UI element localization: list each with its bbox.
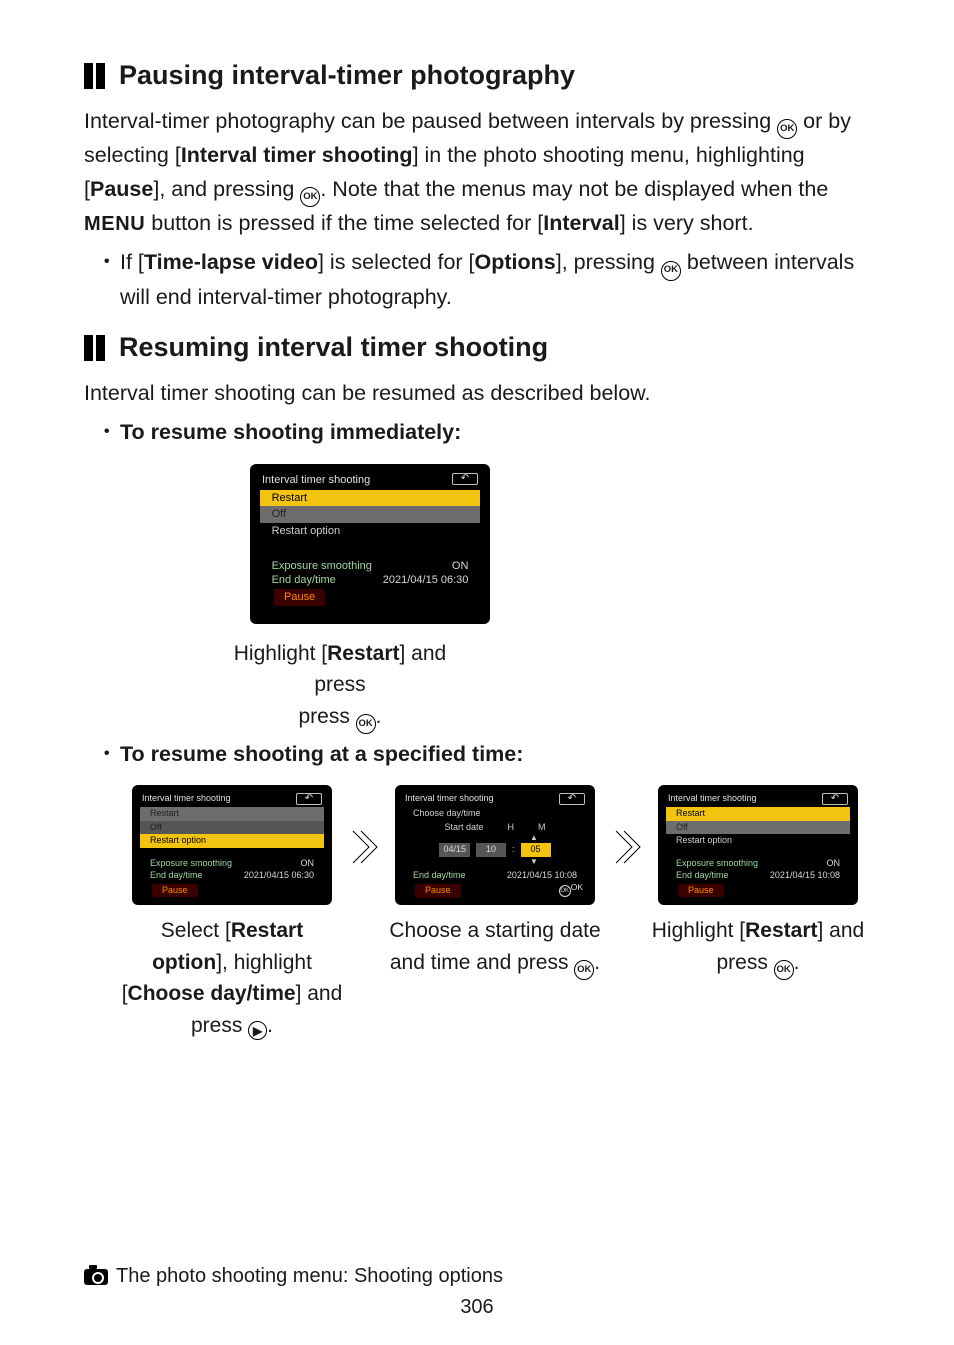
page-number: 306 xyxy=(84,1296,870,1319)
bullet-resume-immediate: To resume shooting immediately: Interval… xyxy=(106,416,870,733)
ok-icon: OK xyxy=(777,119,797,139)
ok-icon: OK xyxy=(774,960,794,980)
footer-text: The photo shooting menu: Shooting option… xyxy=(116,1265,503,1288)
para-pausing: Interval-timer photography can be paused… xyxy=(84,105,870,240)
back-icon: ↶ xyxy=(452,473,478,485)
section-heading-pausing: Pausing interval-timer photography xyxy=(84,60,870,91)
caption-col2: Choose a starting date and time and pres… xyxy=(383,915,607,980)
caption-restart-large: Highlight [Restart] and press press OK. xyxy=(220,638,460,734)
flow-arrow-icon xyxy=(612,785,642,867)
triangle-down-icon: ▼ xyxy=(530,858,538,866)
bullet-resume-specified: To resume shooting at a specified time: … xyxy=(106,738,870,1041)
ok-icon: OK xyxy=(574,960,594,980)
back-icon: ↶ xyxy=(822,793,848,805)
lcd-screen-restart-final: Interval timer shooting ↶ Restart Off Re… xyxy=(658,785,858,905)
caption-col3: Highlight [Restart] and press OK. xyxy=(646,915,870,980)
lcd-date-value: 04/15 xyxy=(439,843,470,857)
lcd-row-restart: Restart xyxy=(140,807,324,821)
ok-icon: OK xyxy=(356,714,376,734)
lcd-row-restart-option: Restart option xyxy=(260,523,481,539)
lcd-end-value: 2021/04/15 06:30 xyxy=(383,573,469,587)
back-icon: ↶ xyxy=(296,793,322,805)
bullet-time-lapse: If [Time-lapse video] is selected for [O… xyxy=(106,246,870,314)
lcd-pause-pill: Pause xyxy=(274,589,325,605)
lcd-row-restart-option: Restart option xyxy=(666,834,850,848)
triangle-up-icon: ▲ xyxy=(530,834,538,842)
section-heading-resuming: Resuming interval timer shooting xyxy=(84,332,870,363)
lcd-minute-value: 05 xyxy=(521,843,551,857)
chevron-right-icon: ▶ xyxy=(307,835,314,847)
page-footer: The photo shooting menu: Shooting option… xyxy=(84,1265,870,1319)
back-icon: ↶ xyxy=(559,793,585,805)
lcd-title: Interval timer shooting xyxy=(262,473,370,487)
lcd-exposure-smoothing: Exposure smoothing xyxy=(272,559,372,573)
heading-bars-icon xyxy=(84,63,105,89)
lcd-screen-choose-daytime: Interval timer shooting ↶ Choose day/tim… xyxy=(395,785,595,905)
heading-pausing-text: Pausing interval-timer photography xyxy=(119,60,575,91)
camera-icon xyxy=(84,1269,108,1285)
lcd-hour-value: 10 xyxy=(476,843,506,857)
ok-confirm: OKOK xyxy=(559,882,583,897)
lcd-end-day-time: End day/time xyxy=(272,573,336,587)
lcd-screen-restart-large: Interval timer shooting ↶ Restart Off Re… xyxy=(250,464,490,624)
lcd-choose-daytime: Choose day/time xyxy=(403,807,587,821)
lcd-row-restart-option: Restart option ▶ xyxy=(140,834,324,848)
lcd-on-value: ON xyxy=(452,559,469,573)
lcd-row-off: Off xyxy=(140,821,324,835)
lcd-screen-restart-option: Interval timer shooting ↶ Restart Off Re… xyxy=(132,785,332,905)
ok-icon: OK xyxy=(300,187,320,207)
caption-col1: Select [Restart option], highlight [Choo… xyxy=(120,915,344,1041)
lcd-row-restart: Restart xyxy=(260,490,481,506)
right-arrow-icon: ▶ xyxy=(248,1021,267,1040)
para-resuming-intro: Interval timer shooting can be resumed a… xyxy=(84,377,870,410)
flow-arrow-icon xyxy=(349,785,379,867)
lcd-row-off: Off xyxy=(260,506,481,522)
ok-icon: OK xyxy=(661,261,681,281)
heading-resuming-text: Resuming interval timer shooting xyxy=(119,332,548,363)
heading-bars-icon xyxy=(84,335,105,361)
lcd-row-restart: Restart xyxy=(666,807,850,821)
lcd-row-off: Off xyxy=(666,821,850,835)
